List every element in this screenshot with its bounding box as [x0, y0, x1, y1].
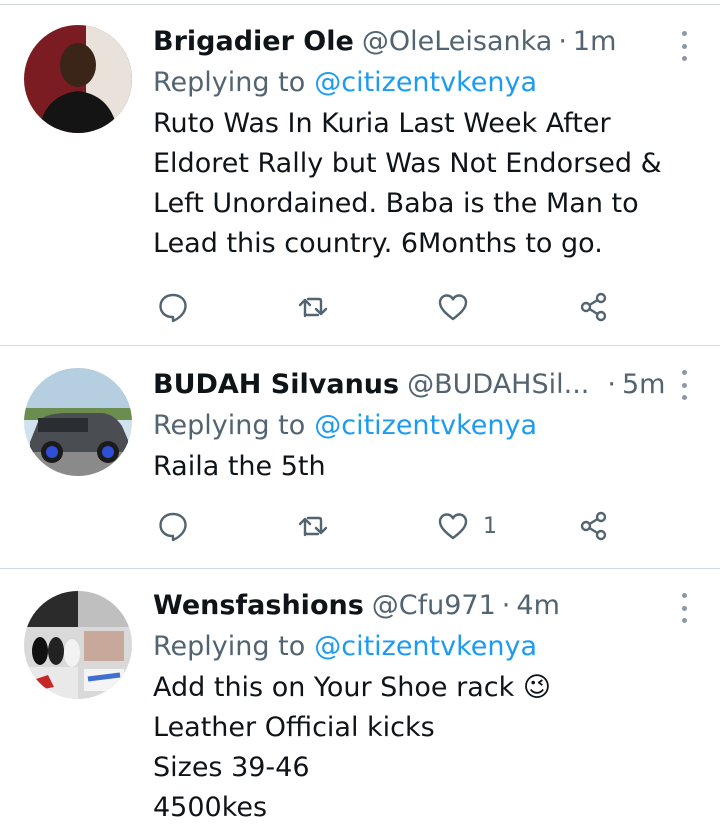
reply-button[interactable]	[157, 291, 189, 323]
tweet-text: Raila the 5th	[153, 447, 700, 487]
share-icon	[580, 511, 607, 541]
like-count: 1	[483, 513, 497, 539]
share-icon	[580, 292, 607, 322]
tweet-header: BUDAH Silvanus @BUDAHSil... · 5m	[153, 366, 700, 402]
heart-icon	[438, 294, 468, 321]
avatar[interactable]	[24, 591, 132, 699]
replying-label: Replying to	[153, 409, 306, 441]
user-handle[interactable]: @BUDAHSil...	[407, 369, 589, 400]
tweet[interactable]: Brigadier Ole @OleLeisanka · 1m Replying…	[0, 5, 720, 346]
display-name[interactable]: BUDAH Silvanus	[153, 369, 399, 400]
tweet-line: Raila the 5th	[153, 451, 326, 482]
tweet[interactable]: BUDAH Silvanus @BUDAHSil... · 5m Replyin…	[0, 346, 720, 569]
tweet-line: 4500kes	[153, 792, 268, 823]
action-bar: 1	[153, 506, 623, 546]
tweet-line: Left Unordained. Baba is the Man to	[153, 188, 639, 219]
more-options-icon[interactable]	[674, 31, 694, 61]
tweet-header: Wensfashions @Cfu971 · 4m	[153, 587, 700, 623]
tweet-text: Add this on Your Shoe rack 😉 Leather Off…	[153, 668, 700, 828]
retweet-icon	[298, 297, 328, 318]
retweet-button[interactable]	[297, 510, 329, 542]
tweet-line: Eldoret Rally but Was Not Endorsed &	[153, 148, 662, 179]
tweet-text: Ruto Was In Kuria Last Week After Eldore…	[153, 104, 700, 264]
user-handle[interactable]: @OleLeisanka	[362, 26, 552, 57]
replying-to: Replying to @citizentvkenya	[153, 63, 700, 101]
display-name[interactable]: Wensfashions	[153, 590, 364, 621]
avatar[interactable]	[24, 25, 132, 133]
more-options-icon[interactable]	[674, 593, 694, 623]
user-handle[interactable]: @Cfu971	[372, 590, 496, 621]
like-button[interactable]	[437, 291, 483, 323]
reply-button[interactable]	[157, 510, 189, 542]
separator: ·	[501, 589, 511, 621]
tweet-line: Leather Official kicks	[153, 712, 435, 743]
reply-icon	[159, 293, 187, 323]
action-bar	[153, 287, 623, 327]
display-name[interactable]: Brigadier Ole	[153, 26, 354, 57]
mention-link[interactable]: @citizentvkenya	[314, 410, 537, 441]
tweet-header: Brigadier Ole @OleLeisanka · 1m	[153, 23, 700, 59]
tweet-line: Ruto Was In Kuria Last Week After	[153, 108, 611, 139]
retweet-icon	[298, 516, 328, 537]
replying-label: Replying to	[153, 630, 306, 662]
mention-link[interactable]: @citizentvkenya	[314, 67, 537, 98]
separator: ·	[558, 25, 567, 57]
replying-to: Replying to @citizentvkenya	[153, 627, 700, 665]
tweet-line: Lead this country. 6Months to go.	[153, 228, 603, 259]
separator: ·	[607, 368, 616, 400]
like-button[interactable]: 1	[437, 510, 497, 542]
tweet-line: Sizes 39-46	[153, 752, 310, 783]
replying-to: Replying to @citizentvkenya	[153, 406, 700, 444]
mention-link[interactable]: @citizentvkenya	[314, 631, 537, 662]
avatar[interactable]	[24, 368, 132, 476]
timestamp[interactable]: 1m	[573, 26, 616, 57]
more-options-icon[interactable]	[674, 370, 694, 400]
timestamp[interactable]: 5m	[622, 369, 665, 400]
heart-icon	[438, 513, 468, 540]
retweet-button[interactable]	[297, 291, 329, 323]
share-button[interactable]	[578, 291, 610, 323]
share-button[interactable]	[578, 510, 610, 542]
tweet-line: Add this on Your Shoe rack 😉	[153, 672, 551, 703]
replying-label: Replying to	[153, 66, 306, 98]
tweet[interactable]: Wensfashions @Cfu971 · 4m Replying to @c…	[0, 569, 720, 837]
timestamp[interactable]: 4m	[516, 590, 559, 621]
reply-icon	[159, 512, 187, 542]
